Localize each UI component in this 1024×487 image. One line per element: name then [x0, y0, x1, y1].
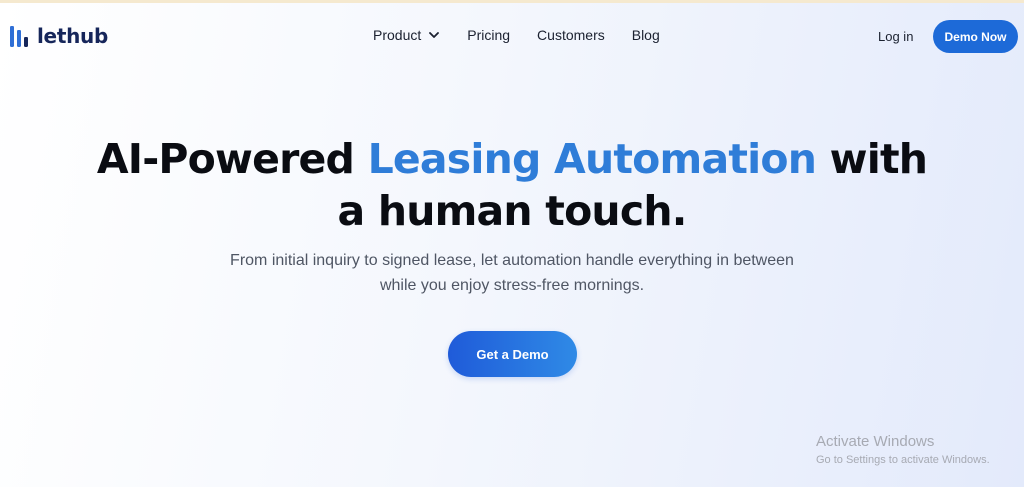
nav-item-blog[interactable]: Blog: [632, 27, 660, 43]
watermark-title: Activate Windows: [816, 433, 935, 450]
chevron-down-icon: [429, 32, 440, 38]
hero-title: AI-Powered Leasing Automation with a hum…: [0, 133, 1024, 237]
nav-item-customers[interactable]: Customers: [537, 27, 605, 43]
top-accent-line: [0, 0, 1024, 3]
watermark-subtitle: Go to Settings to activate Windows.: [816, 454, 990, 466]
nav-item-pricing[interactable]: Pricing: [467, 27, 510, 43]
demo-now-button[interactable]: Demo Now: [933, 20, 1018, 53]
windows-activation-watermark: Activate Windows Go to Settings to activ…: [816, 433, 990, 466]
nav-item-label: Customers: [537, 27, 605, 43]
hero-subtitle-line2: while you enjoy stress-free mornings.: [379, 277, 645, 294]
hero-title-part1: AI-Powered: [96, 135, 368, 183]
nav-item-label: Product: [373, 27, 422, 43]
hero-title-line2: a human touch.: [337, 187, 688, 235]
brand-name: lethub: [37, 24, 108, 48]
nav-item-label: Blog: [631, 27, 660, 43]
main-nav: Product Pricing Customers Blog: [373, 27, 660, 43]
brand-logo[interactable]: lethub: [9, 24, 108, 48]
get-demo-button[interactable]: Get a Demo: [448, 331, 577, 377]
nav-item-product[interactable]: Product: [373, 27, 440, 43]
hero-title-part2: with: [816, 135, 928, 183]
hero-subtitle: From initial inquiry to signed lease, le…: [0, 248, 1024, 298]
nav-item-label: Pricing: [467, 27, 511, 43]
bars-logo-icon: [10, 26, 28, 47]
hero-subtitle-line1: From initial inquiry to signed lease, le…: [230, 252, 794, 269]
hero-title-highlight: Leasing Automation: [367, 135, 817, 183]
login-link[interactable]: Log in: [878, 29, 913, 44]
